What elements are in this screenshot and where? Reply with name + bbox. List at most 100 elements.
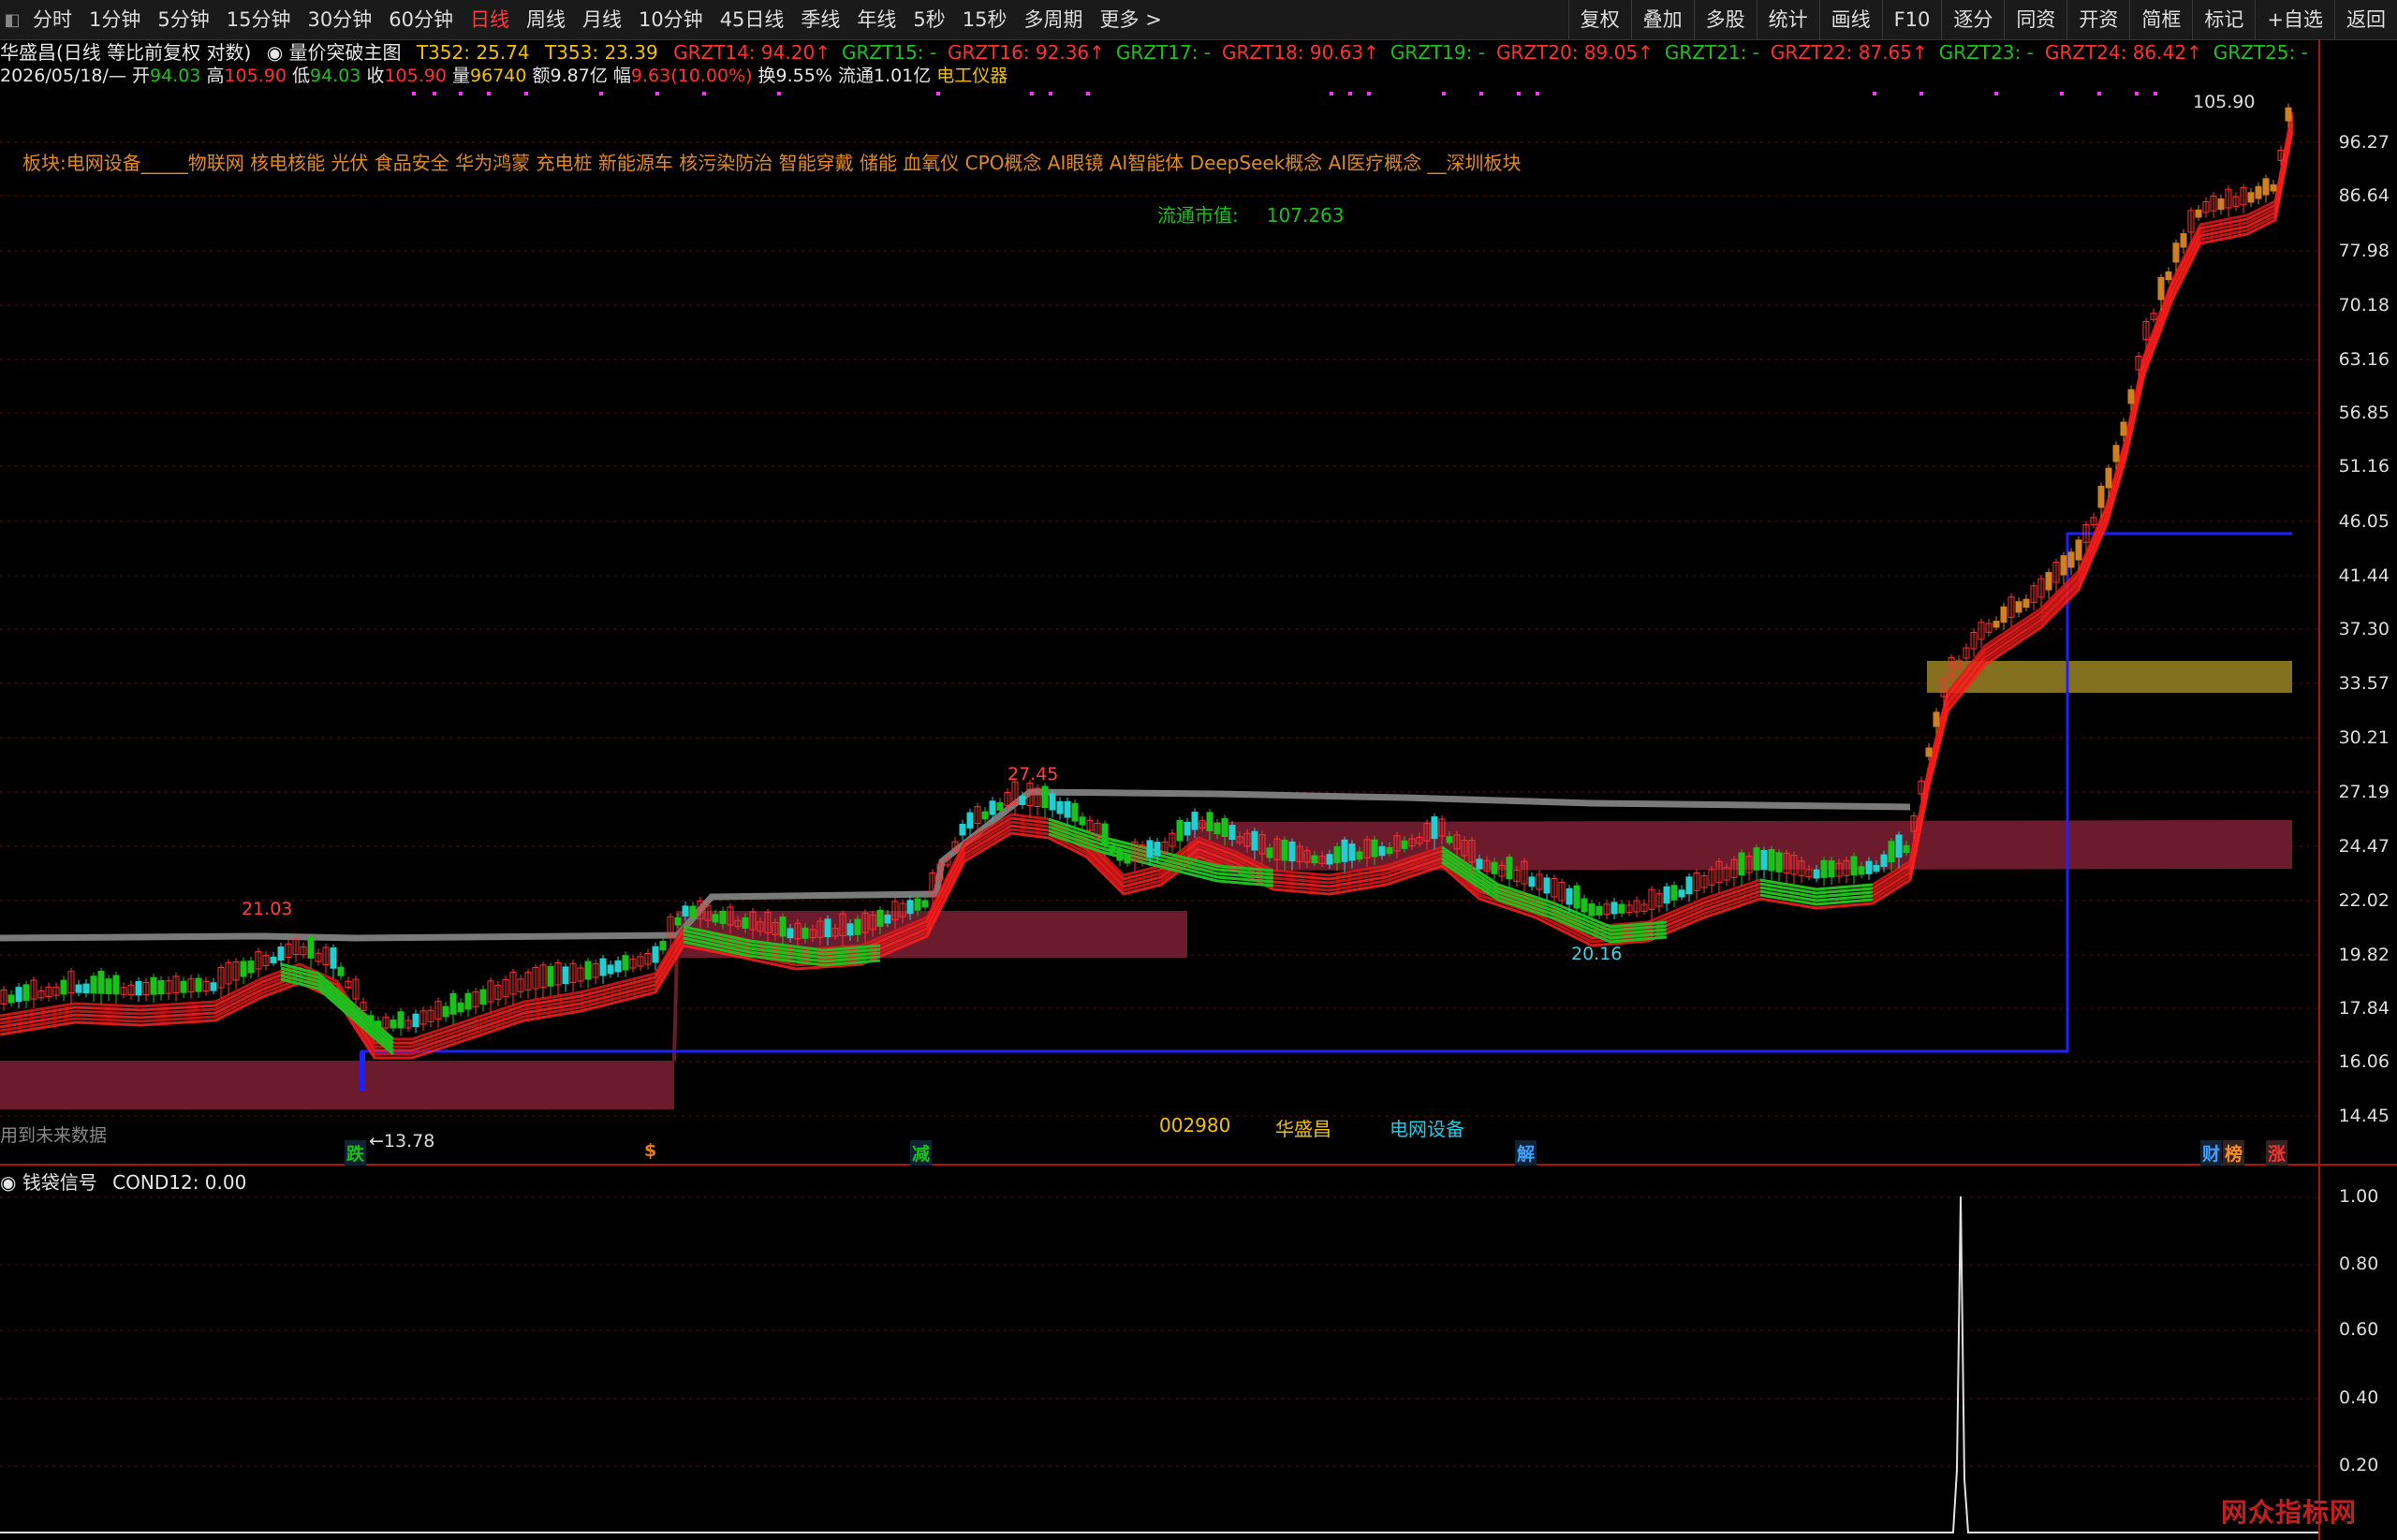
candle-body (277, 946, 285, 961)
marker-dollar[interactable]: $ (642, 1140, 658, 1161)
candle-body (689, 905, 697, 918)
candle-body (1528, 876, 1536, 887)
candle-body (1378, 845, 1386, 857)
candle-body (1116, 848, 1124, 861)
sub-tick: 0.60 (2339, 1319, 2379, 1340)
price-tick: 22.02 (2338, 890, 2390, 911)
candle-body (1865, 860, 1873, 874)
grzt-item: GRZT25: - (2213, 41, 2308, 64)
candle-body (1543, 877, 1551, 894)
signal-dot (2154, 92, 2157, 95)
cond12-value: COND12: 0.00 (112, 1171, 247, 1194)
candle-body (682, 905, 689, 917)
candle-body (1333, 845, 1341, 864)
candle-body (1678, 889, 1685, 898)
candle-body (1386, 846, 1393, 855)
candle-body (464, 992, 472, 1010)
candle-body (1993, 621, 2000, 628)
candle-body (779, 917, 787, 937)
float-value: 流通1.01亿 (837, 66, 932, 86)
candle-body (1506, 857, 1513, 880)
candle-body (2172, 242, 2180, 263)
sub-dropdown-icon[interactable]: ◉ (0, 1171, 16, 1194)
price-tick: 70.18 (2338, 295, 2390, 315)
grzt-item: GRZT21: - (1664, 41, 1759, 64)
candle-body (1491, 861, 1498, 874)
candle-body (1146, 840, 1154, 858)
candle-body (1041, 785, 1049, 808)
dropdown-icon[interactable]: ◉ (267, 41, 283, 64)
price-tick: 56.85 (2338, 403, 2390, 423)
candle-body (884, 914, 891, 924)
marker-unlock[interactable]: 解 (1515, 1140, 1537, 1166)
candle-body (1326, 854, 1333, 865)
price-axis[interactable]: 96.27 86.64 77.98 70.18 63.16 56.85 51.16 46.05… (2320, 39, 2397, 1164)
candle-body (2000, 606, 2007, 623)
candle-body (1311, 855, 1318, 864)
candle-body (584, 961, 592, 980)
candle-body (195, 977, 202, 992)
indicator-name[interactable]: 量价突破主图 (289, 41, 402, 64)
float-market-cap: 流通市值: 107.263 (1157, 200, 1372, 227)
candle-body (135, 980, 142, 996)
marker-finance[interactable]: 财 (2200, 1140, 2223, 1166)
candle-body (180, 980, 187, 993)
candle-body (712, 914, 719, 923)
sub-tick: 0.40 (2339, 1387, 2379, 1408)
candle-body (412, 1013, 419, 1028)
price-label-low-3: 20.16 (1571, 944, 1623, 964)
candle-body (1281, 839, 1288, 861)
candle-body (801, 927, 809, 939)
open-label: 开 (131, 66, 150, 86)
candle-body (742, 917, 749, 929)
marker-limit-up[interactable]: 涨 (2266, 1140, 2288, 1166)
candle-body (906, 900, 914, 915)
candle-body (2285, 107, 2292, 122)
signal-dot (702, 92, 706, 95)
candle-body (1341, 839, 1348, 862)
marker-rank[interactable]: 榜 (2223, 1140, 2245, 1166)
trend-ribbon (0, 119, 2294, 1049)
candle-body (622, 955, 629, 971)
candle-body (1071, 802, 1079, 822)
grzt-item: GRZT15: - (841, 41, 937, 64)
candle-body (996, 801, 1004, 811)
candle-body (1228, 825, 1236, 840)
support-zone-1 (0, 1061, 674, 1109)
candle-body (1685, 876, 1693, 895)
candle-body (1596, 905, 1603, 916)
candle-body (82, 983, 90, 994)
candle-body (1064, 800, 1071, 818)
candle-body (479, 989, 487, 1005)
industry-value[interactable]: 电工仪器 (936, 66, 1007, 86)
candle-body (1356, 851, 1363, 860)
candle-body (2157, 276, 2165, 301)
candle-body (1288, 841, 1296, 862)
price-tick: 37.30 (2338, 619, 2390, 639)
signal-dot (1479, 92, 1483, 95)
candle-body (1019, 795, 1026, 805)
close-value: 105.90 (384, 66, 447, 86)
marker-fall[interactable]: 跌 (345, 1140, 367, 1166)
candle-body (330, 947, 337, 969)
stock-title[interactable]: 华盛昌(日线 等比前复权 对数) (0, 41, 251, 64)
float-cap-value: 107.263 (1266, 204, 1345, 227)
candle-body (2217, 198, 2225, 211)
stock-sector: 电网设备 (1390, 1118, 1464, 1140)
candle-body (2247, 192, 2255, 203)
candle-body (157, 980, 165, 995)
price-tick: 14.45 (2338, 1106, 2390, 1126)
candle-body (2097, 485, 2105, 508)
candle-body (1768, 848, 1775, 872)
candle-body (674, 917, 682, 926)
candle-body (375, 1020, 382, 1029)
price-tick: 33.57 (2338, 673, 2390, 694)
price-tick: 96.27 (2338, 132, 2390, 153)
signal-dot (1049, 92, 1052, 95)
marker-reduce[interactable]: 减 (910, 1140, 933, 1166)
candle-body (607, 964, 614, 975)
candle-body (1566, 887, 1573, 905)
candle-body (981, 811, 989, 820)
candle-body (1401, 840, 1408, 849)
sub-panel-title[interactable]: 钱袋信号 (22, 1171, 97, 1194)
